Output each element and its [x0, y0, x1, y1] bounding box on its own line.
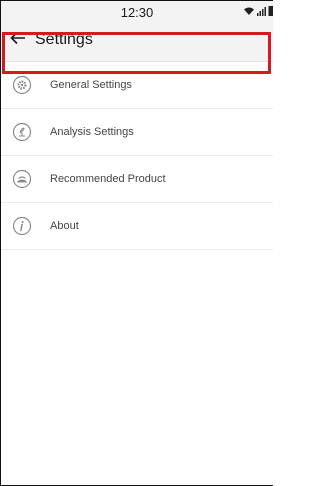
menu-item-label: General Settings [50, 79, 132, 91]
menu-item-about[interactable]: About [1, 203, 273, 250]
menu-item-analysis-settings[interactable]: Analysis Settings [1, 109, 273, 156]
status-time: 12:30 [120, 5, 154, 20]
signal-icon [257, 6, 266, 16]
settings-list: General Settings Analysis Settings Recom… [1, 62, 273, 250]
gear-icon [11, 74, 33, 96]
page-title: Settings [35, 31, 93, 48]
product-icon [11, 168, 33, 190]
menu-item-label: Recommended Product [50, 173, 166, 185]
menu-item-recommended-product[interactable]: Recommended Product [1, 156, 273, 203]
menu-item-general-settings[interactable]: General Settings [1, 62, 273, 109]
phone-screen: 12:30 Settings General Settings Analysis… [0, 0, 273, 486]
status-icons [243, 5, 273, 16]
back-button[interactable] [7, 29, 29, 51]
menu-item-label: Analysis Settings [50, 126, 134, 138]
menu-item-label: About [50, 220, 79, 232]
wifi-icon [243, 6, 255, 16]
analysis-icon [11, 121, 33, 143]
battery-icon [268, 5, 273, 16]
info-icon [11, 215, 33, 237]
app-header: 12:30 Settings [1, 1, 273, 62]
back-arrow-icon [10, 31, 26, 50]
